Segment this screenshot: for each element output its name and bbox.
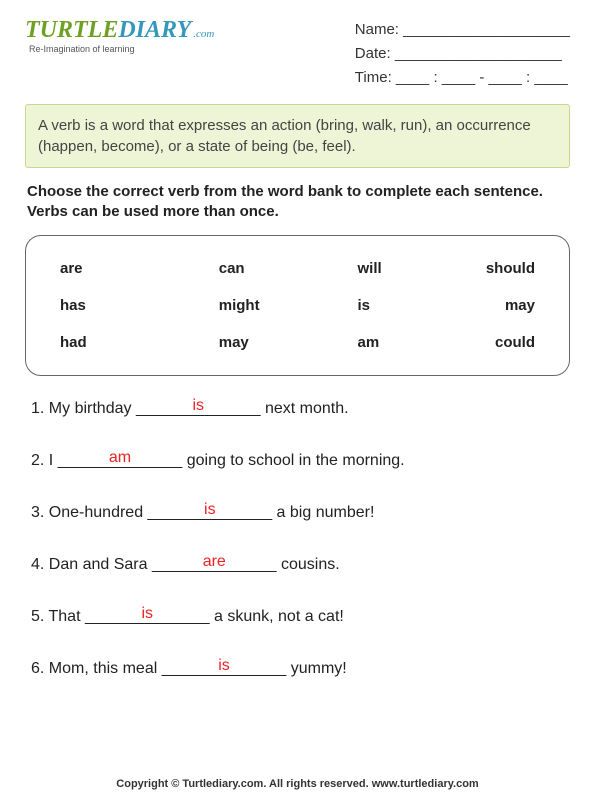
word-bank-word: may <box>179 334 298 351</box>
blank[interactable]: is______________ <box>148 504 273 522</box>
word-bank-word: should <box>416 260 535 277</box>
blank[interactable]: is______________ <box>136 400 261 418</box>
word-bank-row: has might is may <box>56 287 539 324</box>
logo: TURTLEDIARY.com <box>25 18 214 42</box>
sentence-6: 6. Mom, this meal is______________ yummy… <box>31 660 564 678</box>
sentence-num: 6. <box>31 660 44 677</box>
definition-box: A verb is a word that expresses an actio… <box>25 104 570 168</box>
word-bank-word: might <box>179 297 298 314</box>
logo-suffix: .com <box>193 28 214 40</box>
time-field[interactable]: Time: ____ : ____ - ____ : ____ <box>355 66 570 90</box>
sentence-pre: My birthday <box>49 400 136 417</box>
sentence-post: a skunk, not a cat! <box>210 608 344 625</box>
answer: is <box>85 605 210 623</box>
answer: is <box>136 397 261 415</box>
sentence-num: 4. <box>31 556 44 573</box>
word-bank-word: could <box>416 334 535 351</box>
sentence-num: 1. <box>31 400 44 417</box>
word-bank-word: is <box>298 297 417 314</box>
sentence-pre: That <box>49 608 85 625</box>
sentence-4: 4. Dan and Sara are______________ cousin… <box>31 556 564 574</box>
blank[interactable]: is______________ <box>162 660 287 678</box>
logo-diary: DIARY <box>118 17 191 43</box>
sentence-pre: One-hundred <box>49 504 148 521</box>
sentence-pre: Mom, this meal <box>49 660 162 677</box>
word-bank-word: am <box>298 334 417 351</box>
sentence-2: 2. I am______________ going to school in… <box>31 452 564 470</box>
answer: is <box>162 657 287 675</box>
word-bank-word: are <box>60 260 179 277</box>
sentence-num: 2. <box>31 452 44 469</box>
footer: Copyright © Turtlediary.com. All rights … <box>0 778 595 790</box>
sentence-post: going to school in the morning. <box>182 452 404 469</box>
word-bank-word: had <box>60 334 179 351</box>
word-bank-row: had may am could <box>56 324 539 361</box>
logo-turtle: TURTLE <box>25 17 118 43</box>
blank[interactable]: is______________ <box>85 608 210 626</box>
instructions: Choose the correct verb from the word ba… <box>25 182 570 223</box>
answer: are <box>152 553 277 571</box>
sentence-post: next month. <box>261 400 349 417</box>
sentences: 1. My birthday is______________ next mon… <box>25 400 570 678</box>
sentence-num: 5. <box>31 608 44 625</box>
name-field[interactable]: Name: ____________________ <box>355 18 570 42</box>
sentence-post: yummy! <box>286 660 346 677</box>
answer: am <box>58 449 183 467</box>
sentence-post: a big number! <box>272 504 374 521</box>
sentence-1: 1. My birthday is______________ next mon… <box>31 400 564 418</box>
info-block: Name: ____________________ Date: _______… <box>355 18 570 90</box>
word-bank-word: has <box>60 297 179 314</box>
word-bank-row: are can will should <box>56 250 539 287</box>
word-bank-word: may <box>416 297 535 314</box>
word-bank-word: can <box>179 260 298 277</box>
blank[interactable]: are______________ <box>152 556 277 574</box>
answer: is <box>148 501 273 519</box>
logo-block: TURTLEDIARY.com Re-Imagination of learni… <box>25 18 214 54</box>
sentence-5: 5. That is______________ a skunk, not a … <box>31 608 564 626</box>
header-row: TURTLEDIARY.com Re-Imagination of learni… <box>25 18 570 90</box>
date-field[interactable]: Date: ____________________ <box>355 42 570 66</box>
word-bank: are can will should has might is may had… <box>25 235 570 376</box>
tagline: Re-Imagination of learning <box>29 44 214 54</box>
blank[interactable]: am______________ <box>58 452 183 470</box>
sentence-3: 3. One-hundred is______________ a big nu… <box>31 504 564 522</box>
sentence-post: cousins. <box>277 556 340 573</box>
word-bank-word: will <box>298 260 417 277</box>
sentence-num: 3. <box>31 504 44 521</box>
sentence-pre: I <box>49 452 58 469</box>
sentence-pre: Dan and Sara <box>49 556 152 573</box>
